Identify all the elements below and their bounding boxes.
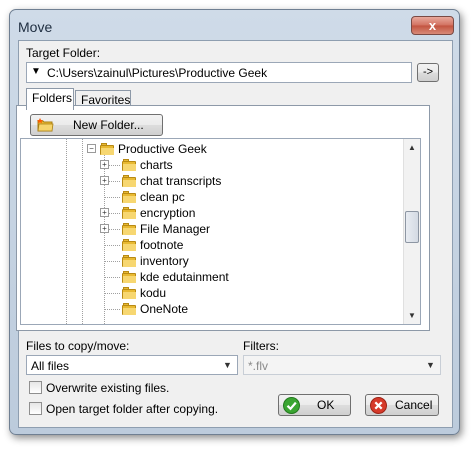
tree-guide-line [104,197,120,198]
target-folder-label: Target Folder: [26,46,101,60]
folder-tree-content: − Productive Geek + charts + chat transcrip… [21,139,404,324]
folder-tree[interactable]: − Productive Geek + charts + chat transcrip… [20,138,421,325]
folder-icon [122,191,136,203]
tree-scrollbar[interactable]: ▲ ▼ [403,139,420,324]
tree-guide-line [104,293,120,294]
cancel-label: Cancel [395,398,433,412]
new-folder-button[interactable]: New Folder... [30,114,163,136]
scrollbar-thumb[interactable] [405,211,419,243]
tree-guide-line [104,261,120,262]
chevron-down-icon[interactable]: ▼ [422,357,439,373]
expand-icon[interactable]: + [100,208,109,217]
tree-guide-line [104,277,120,278]
target-folder-path: C:\Users\zainul\Pictures\Productive Geek [47,66,268,80]
cancel-icon [370,397,387,414]
tab-folders[interactable]: Folders [26,88,74,110]
close-icon: x [428,18,437,33]
dropdown-arrow-icon[interactable]: ▼ [31,66,41,77]
tree-item-label: File Manager [140,222,211,236]
title-bar[interactable]: Move x [10,10,459,40]
folder-icon [122,255,136,267]
expand-icon[interactable]: + [100,160,109,169]
folder-icon [122,303,136,315]
tree-item-label: encryption [140,206,196,220]
ok-label: OK [317,398,335,412]
tree-item-label: charts [140,158,173,172]
folder-icon [122,223,136,235]
folder-icon [122,271,136,283]
tree-item-label: clean pc [140,190,185,204]
open-target-label: Open target folder after copying. [46,402,219,416]
folder-icon [122,239,136,251]
tree-item-label: kodu [140,286,167,300]
scroll-down-icon[interactable]: ▼ [404,307,420,324]
new-folder-label: New Folder... [73,118,144,132]
filters-select-value: *.flv [248,359,269,373]
folder-open-icon [100,143,114,155]
folder-icon [122,207,136,219]
tree-item-label: Productive Geek [118,142,207,156]
collapse-icon[interactable]: − [87,144,96,153]
tree-item-label: footnote [140,238,184,252]
tree-guide-line [82,139,83,324]
overwrite-checkbox[interactable] [29,381,42,394]
files-select[interactable]: All files ▼ [26,355,238,375]
tree-guide-line [66,139,67,324]
checkmark-icon [283,397,300,414]
overwrite-label: Overwrite existing files. [46,381,170,395]
tree-item-label: OneNote [140,302,189,316]
expand-icon[interactable]: + [100,176,109,185]
window-title: Move [18,19,53,35]
folder-icon [122,159,136,171]
scroll-up-icon[interactable]: ▲ [404,139,420,156]
tree-guide-line [104,309,120,310]
chevron-down-icon[interactable]: ▼ [219,357,236,373]
filters-label: Filters: [243,339,279,353]
close-button[interactable]: x [411,16,454,35]
folder-icon [122,175,136,187]
tree-item-label: chat transcripts [140,174,222,188]
go-button[interactable]: -> [417,63,439,82]
ok-button[interactable]: OK [278,394,351,416]
tree-item-label: inventory [140,254,189,268]
new-folder-icon [37,118,55,132]
files-label: Files to copy/move: [26,339,130,353]
expand-icon[interactable]: + [100,224,109,233]
target-folder-combo[interactable]: ▼ C:\Users\zainul\Pictures\Productive Ge… [26,62,412,83]
open-target-checkbox[interactable] [29,402,42,415]
filters-select[interactable]: *.flv ▼ [243,355,441,375]
cancel-button[interactable]: Cancel [365,394,439,416]
folder-icon [122,287,136,299]
tree-item-label: kde edutainment [140,270,229,284]
files-select-value: All files [31,359,70,373]
tree-guide-line [104,245,120,246]
